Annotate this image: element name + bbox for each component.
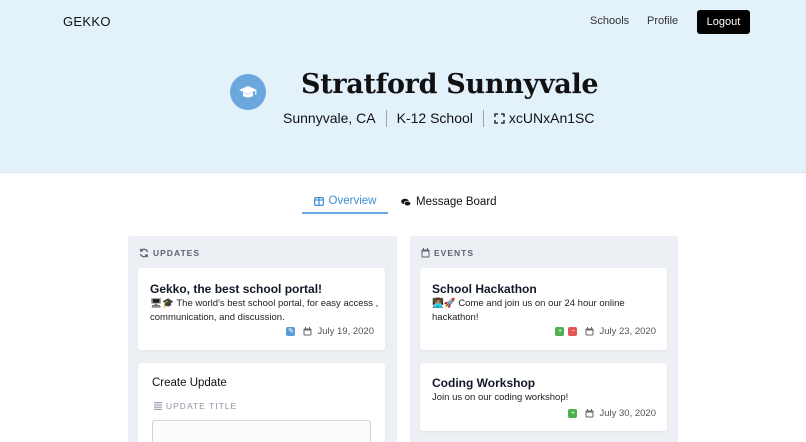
tab-overview[interactable]: Overview xyxy=(302,190,388,214)
update-title-label: UPDATE TITLE xyxy=(154,401,237,411)
add-icon[interactable]: + xyxy=(555,327,565,336)
calendar-icon xyxy=(303,327,312,336)
update-title: Gekko, the best school portal! xyxy=(150,282,323,296)
event-footer: + − July 23, 2020 xyxy=(555,326,656,337)
event-date: July 23, 2020 xyxy=(599,326,656,337)
edit-icon[interactable]: ✎ xyxy=(286,327,296,336)
school-meta: Sunnyvale, CA K-12 School xcUNxAn1SC xyxy=(283,109,594,127)
tab-label: Message Board xyxy=(416,196,497,208)
event-title: School Hackathon xyxy=(432,282,537,296)
heading-label: EVENTS xyxy=(434,248,475,258)
calendar-icon xyxy=(585,409,594,418)
event-date: July 30, 2020 xyxy=(599,408,656,419)
events-heading: EVENTS xyxy=(421,248,474,258)
event-card: Coding Workshop Join us on our coding wo… xyxy=(420,363,667,431)
event-text: Come and join us on our 24 hour online h… xyxy=(432,298,625,323)
school-location: Sunnyvale, CA xyxy=(283,110,376,126)
events-column: EVENTS School Hackathon 👩🏽‍💻🚀 Come and j… xyxy=(410,236,678,442)
event-footer: + July 30, 2020 xyxy=(568,408,656,419)
event-emoji: 👩🏽‍💻🚀 xyxy=(432,298,456,309)
tab-message-board[interactable]: Message Board xyxy=(401,190,497,214)
update-emoji: 🖥🎓 xyxy=(150,298,174,309)
text-lines-icon xyxy=(154,402,162,410)
divider xyxy=(482,109,484,127)
update-text: The world's best school portal, for easy… xyxy=(150,298,379,323)
add-icon[interactable]: + xyxy=(568,409,578,418)
calendar-icon xyxy=(585,327,594,336)
graduation-cap-icon xyxy=(238,84,258,100)
school-code[interactable]: xcUNxAn1SC xyxy=(509,110,595,126)
update-title-input[interactable] xyxy=(152,420,371,442)
tab-bar: Overview Message Board xyxy=(0,190,806,216)
tab-label: Overview xyxy=(328,195,377,207)
update-date: July 19, 2020 xyxy=(317,326,374,337)
event-title: Coding Workshop xyxy=(432,376,536,390)
school-avatar xyxy=(230,74,266,110)
field-label-text: UPDATE TITLE xyxy=(166,401,238,411)
comments-icon xyxy=(401,198,411,207)
updates-heading: UPDATES xyxy=(139,248,200,258)
event-body: Join us on our coding workshop! xyxy=(432,392,569,403)
update-footer: ✎ July 19, 2020 xyxy=(286,326,374,337)
create-update-card: Create Update UPDATE TITLE xyxy=(138,363,385,442)
divider xyxy=(385,109,387,127)
calendar-icon xyxy=(421,248,430,258)
expand-icon xyxy=(494,112,505,124)
remove-icon[interactable]: − xyxy=(568,327,578,336)
brand-logo[interactable]: GEKKO xyxy=(63,14,111,29)
heading-label: UPDATES xyxy=(153,248,200,258)
update-card: Gekko, the best school portal! 🖥🎓 The wo… xyxy=(138,268,385,350)
nav-profile-link[interactable]: Profile xyxy=(647,15,678,27)
school-name: Stratford Sunnyvale xyxy=(301,69,599,100)
school-header: GEKKO Schools Profile Logout Stratford S… xyxy=(0,0,806,173)
updates-column: UPDATES Gekko, the best school portal! 🖥… xyxy=(128,236,397,442)
columns-icon xyxy=(313,196,324,206)
event-body: 👩🏽‍💻🚀 Come and join us on our 24 hour on… xyxy=(432,297,632,324)
logout-button[interactable]: Logout xyxy=(697,10,750,34)
nav-schools-link[interactable]: Schools xyxy=(590,15,629,27)
event-card: School Hackathon 👩🏽‍💻🚀 Come and join us … xyxy=(420,268,667,350)
create-update-title: Create Update xyxy=(152,377,227,389)
school-type: K-12 School xyxy=(396,110,473,126)
sync-icon xyxy=(139,248,149,258)
update-body: 🖥🎓 The world's best school portal, for e… xyxy=(150,297,380,324)
